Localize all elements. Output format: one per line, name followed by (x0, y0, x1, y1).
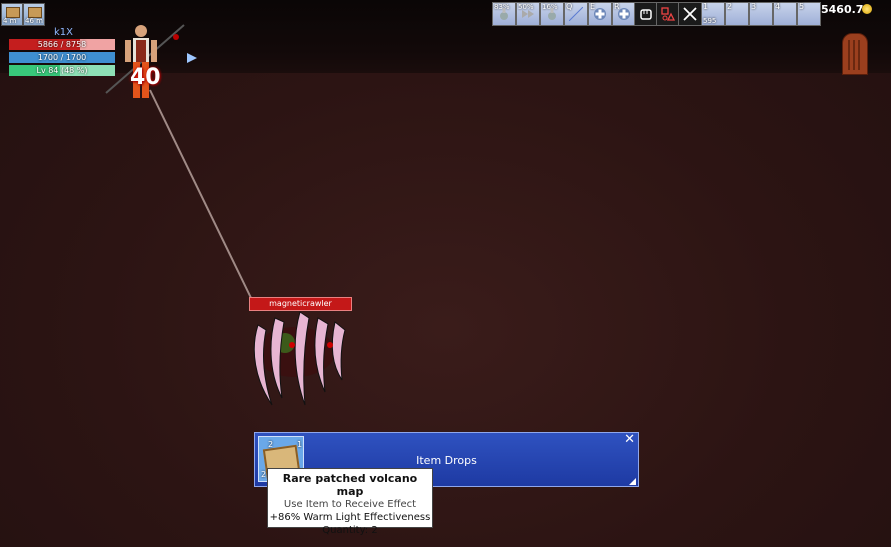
monster-name-label: magneticrawler (249, 297, 352, 311)
direction-arrow-icon (187, 53, 197, 63)
slot-count-bottom-left: 2 (261, 470, 267, 479)
tooltip-title: Rare patched volcano map (282, 472, 418, 498)
item-drops-title: Item Drops (416, 454, 477, 467)
monster-magneticrawler[interactable] (253, 311, 346, 406)
tooltip-description: Use Item to Receive Effect (283, 499, 417, 510)
close-icon[interactable]: ✕ (624, 432, 635, 447)
attack-tether (149, 89, 253, 301)
resize-handle-icon[interactable] (629, 478, 636, 485)
damage-number: 40 (130, 65, 161, 90)
item-tooltip: Rare patched volcano map Use Item to Rec… (267, 468, 433, 536)
slot-count-top-left: 2 (268, 440, 274, 449)
tooltip-quantity: Quantity: 2 (322, 525, 378, 536)
tooltip-effect: +86% Warm Light Effectiveness (269, 512, 431, 523)
slot-count-top-right: 1 (297, 440, 303, 449)
